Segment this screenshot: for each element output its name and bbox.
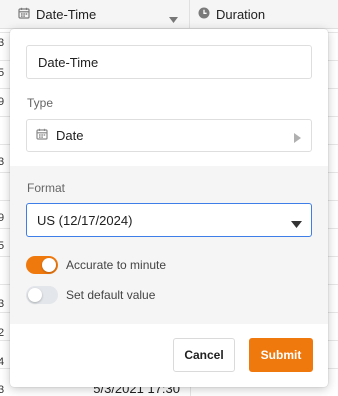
row-cell-fragment: 3 — [0, 384, 5, 396]
row-cell-fragment: 5 — [0, 240, 5, 252]
cancel-button[interactable]: Cancel — [173, 338, 235, 372]
column-header-datetime[interactable]: Date-Time — [0, 0, 190, 29]
accurate-to-minute-toggle-row[interactable]: Accurate to minute — [26, 255, 166, 275]
type-value: Date — [56, 128, 84, 143]
submit-button[interactable]: Submit — [249, 338, 313, 372]
accurate-to-minute-switch[interactable] — [26, 256, 58, 274]
clock-icon — [198, 7, 210, 22]
chevron-right-icon — [294, 131, 301, 146]
caret-down-icon — [291, 216, 302, 231]
column-header-label: Duration — [216, 7, 266, 22]
caret-down-icon[interactable] — [169, 11, 178, 26]
row-cell-fragment: 9 — [0, 212, 5, 224]
format-dropdown[interactable]: US (12/17/2024) — [26, 203, 312, 237]
format-section: Format US (12/17/2024) Accurate to minut… — [10, 166, 328, 324]
calendar-icon — [18, 7, 30, 22]
format-value: US (12/17/2024) — [37, 212, 133, 228]
calendar-icon — [36, 128, 48, 143]
switch-knob — [28, 288, 42, 302]
field-settings-popup: Type Date Format US (12/17/2024) — [10, 29, 328, 387]
column-name-input[interactable] — [26, 45, 312, 79]
format-label: Format — [27, 181, 66, 195]
type-select[interactable]: Date — [26, 119, 312, 152]
row-cell-fragment: 2 — [0, 327, 5, 339]
row-cell-fragment: 5 — [0, 67, 5, 79]
default-value-toggle-row[interactable]: Set default value — [26, 285, 155, 305]
row-cell-fragment: 3 — [0, 156, 5, 168]
row-cell-fragment: 3 — [0, 37, 5, 49]
default-value-label: Set default value — [66, 288, 156, 302]
row-cell-fragment: 3 — [0, 298, 5, 310]
default-value-switch[interactable] — [26, 286, 58, 304]
row-cell-fragment: 9 — [0, 96, 5, 108]
switch-knob — [42, 258, 56, 272]
column-header-label: Date-Time — [36, 7, 97, 22]
accurate-to-minute-label: Accurate to minute — [66, 258, 167, 272]
row-cell-fragment: 4 — [0, 356, 5, 368]
type-label: Type — [27, 96, 54, 110]
column-header-duration[interactable]: Duration — [191, 0, 338, 29]
